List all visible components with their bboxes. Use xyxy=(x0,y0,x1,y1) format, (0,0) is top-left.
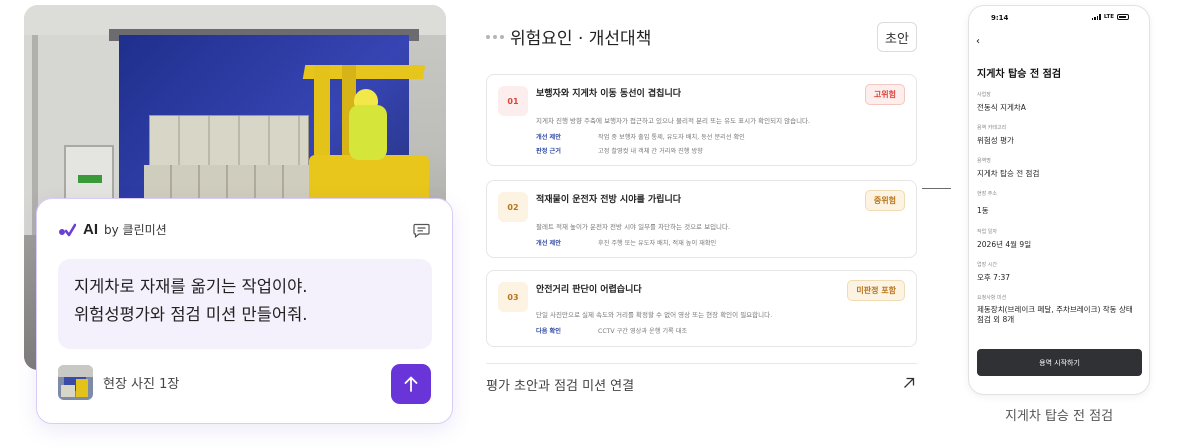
risk-title: 적재물이 운전자 전방 시야를 가립니다 xyxy=(536,195,682,205)
ai-prompt-card: AI by 클린미션 지게차로 자재를 옮기는 작업이야. 위험성평가와 점검 … xyxy=(36,198,453,424)
risk-detail-row: 개선 제안 후진 주행 또는 유도자 배치, 적재 높이 재확인 xyxy=(536,240,717,247)
back-chevron-icon[interactable]: ‹ xyxy=(976,36,980,47)
risk-title: 안전거리 판단이 어렵습니다 xyxy=(536,285,642,295)
risk-number: 03 xyxy=(498,282,528,312)
send-button[interactable] xyxy=(391,364,431,404)
risk-description: 지게차 진행 방향 주축에 보행자가 접근하고 있으나 물리적 분리 또는 유도… xyxy=(536,117,811,125)
risk-detail-row: 다음 확인 CCTV 구간 영상과 운행 기록 대조 xyxy=(536,328,688,335)
ai-by-label: by 클린미션 xyxy=(104,223,167,237)
risk-card[interactable]: 03 안전거리 판단이 어렵습니다 미판정 포함 단일 사진만으로 실제 속도와… xyxy=(486,270,917,347)
field-value: 2026년 4월 9일 xyxy=(977,240,1032,249)
risk-card[interactable]: 02 적재물이 운전자 전방 시야를 가립니다 중위험 팔레트 적재 높이가 운… xyxy=(486,180,917,258)
risk-detail-row: 판정 근거 고정 촬영컷 내 객체 간 거리와 진행 방향 xyxy=(536,148,703,155)
risk-card[interactable]: 01 보행자와 지게차 이동 동선이 겹칩니다 고위험 지게차 진행 방향 주축… xyxy=(486,74,917,166)
field-value: 제동장치(브레이크 페달, 주차브레이크) 작동 상태 점검 외 8개 xyxy=(977,305,1133,324)
risk-number: 01 xyxy=(498,86,528,116)
risk-level-badge: 미판정 포함 xyxy=(847,280,905,301)
prompt-bubble: 지게차로 자재를 옮기는 작업이야. 위험성평가와 점검 미션 만들어줘. xyxy=(58,259,432,349)
field-label: 용역 카테고리 xyxy=(977,125,1007,131)
field-value: 오후 7:37 xyxy=(977,273,1011,282)
connector-line xyxy=(922,188,951,189)
network-label: LTE xyxy=(1103,14,1114,20)
battery-icon xyxy=(1117,14,1129,20)
field-label: 요청사항 미션 xyxy=(977,295,1007,301)
field-label: 용역명 xyxy=(977,158,991,164)
status-time: 9:14 xyxy=(991,14,1009,22)
prompt-line: 위험성평가와 점검 미션 만들어줘. xyxy=(74,305,308,324)
connect-mission-label: 평가 초안과 점검 미션 연결 xyxy=(486,379,635,394)
field-label: 작업 일자 xyxy=(977,229,997,235)
divider xyxy=(486,363,917,364)
phone-title: 지게차 탑승 전 점검 xyxy=(977,69,1062,80)
arrow-up-right-icon xyxy=(904,377,915,388)
field-value: 지게차 탑승 전 점검 xyxy=(977,169,1040,178)
risk-level-badge: 고위험 xyxy=(864,84,905,105)
field-label: 현장 주소 xyxy=(977,191,997,197)
dots-icon xyxy=(486,35,504,39)
phone-caption: 지게차 탑승 전 점검 xyxy=(1004,409,1114,424)
status-badge: 초안 xyxy=(877,22,917,52)
connect-mission-link[interactable]: 평가 초안과 점검 미션 연결 xyxy=(486,375,917,395)
attachment-label: 현장 사진 1장 xyxy=(103,377,180,392)
arrow-up-icon xyxy=(404,376,418,392)
assessment-header: 위험요인 · 개선대책 초안 xyxy=(486,22,917,52)
risk-description: 단일 사진만으로 실제 속도와 거리를 확정할 수 없어 영상 또는 현장 확인… xyxy=(536,311,773,319)
field-value: 전동식 지게차A xyxy=(977,103,1026,112)
chat-icon[interactable] xyxy=(413,223,430,238)
field-value: 1동 xyxy=(977,206,989,215)
prompt-line: 지게차로 자재를 옮기는 작업이야. xyxy=(74,277,308,296)
risk-number: 02 xyxy=(498,192,528,222)
ai-card-header: AI by 클린미션 xyxy=(59,221,167,238)
field-label: 사업장 xyxy=(977,92,991,98)
phone-mockup: 9:14 LTE ‹ 지게차 탑승 전 점검 사업장 전동식 지게차A 용역 카… xyxy=(968,5,1150,395)
ai-brand: AI xyxy=(83,221,98,238)
photo-thumbnail xyxy=(58,365,93,400)
signal-icon xyxy=(1091,14,1101,20)
risk-description: 팔레트 적재 높이가 운전자 전방 시야 일부를 차단하는 것으로 보입니다. xyxy=(536,223,731,231)
attachment[interactable]: 현장 사진 1장 xyxy=(58,365,179,400)
status-bar: 9:14 LTE xyxy=(969,6,1149,28)
section-title: 위험요인 · 개선대책 xyxy=(510,29,652,49)
field-label: 업장 시간 xyxy=(977,262,997,268)
risk-level-badge: 중위험 xyxy=(864,190,905,211)
risk-detail-row: 개선 제안 작업 중 보행자 출입 통제, 유도자 배치, 동선 분리선 확인 xyxy=(536,134,745,141)
ai-logo-icon xyxy=(59,223,77,237)
field-value: 위험성 평가 xyxy=(977,136,1014,145)
risk-title: 보행자와 지게차 이동 동선이 겹칩니다 xyxy=(536,89,682,99)
start-service-button[interactable]: 용역 시작하기 xyxy=(977,349,1142,376)
